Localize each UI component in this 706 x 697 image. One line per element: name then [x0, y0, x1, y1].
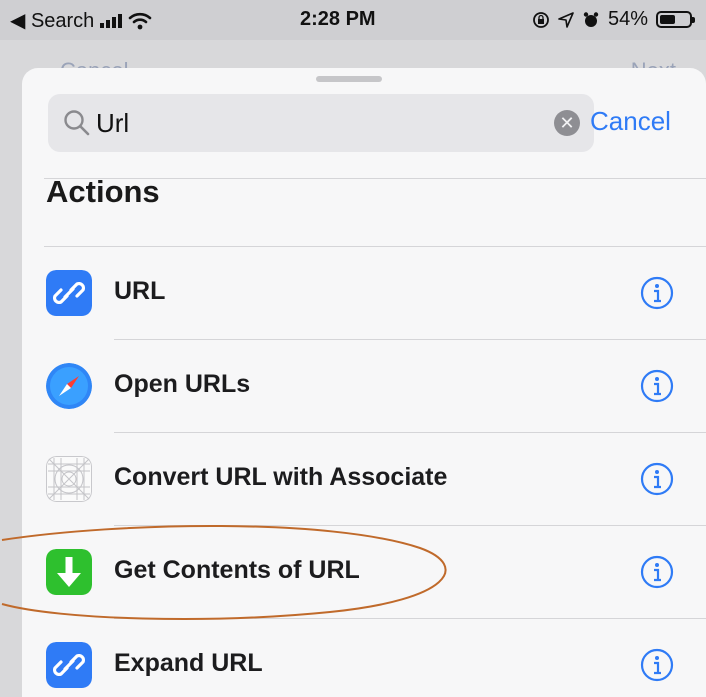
- download-arrow-icon: [46, 549, 92, 595]
- alarm-icon: [583, 11, 599, 27]
- action-row-expand-url[interactable]: Expand URL: [22, 619, 706, 697]
- action-label: URL: [114, 277, 166, 305]
- action-row-get-contents-of-url[interactable]: Get Contents of URL: [22, 526, 706, 618]
- status-bar: ◀ Search 2:28 PM 54%: [0, 0, 706, 40]
- safari-compass-icon: [46, 363, 92, 409]
- action-row-url[interactable]: URL: [22, 247, 706, 339]
- info-icon[interactable]: [640, 648, 674, 682]
- sheet-grabber[interactable]: [316, 76, 382, 82]
- search-row: ✕ Cancel: [22, 94, 706, 152]
- back-to-search-link[interactable]: ◀ Search: [10, 8, 94, 33]
- battery-icon: [656, 11, 695, 28]
- link-icon: [46, 642, 92, 688]
- orientation-lock-icon: [533, 11, 549, 28]
- search-field[interactable]: ✕: [48, 94, 594, 152]
- info-icon[interactable]: [640, 462, 674, 496]
- action-label: Expand URL: [114, 649, 263, 677]
- action-label: Get Contents of URL: [114, 556, 360, 584]
- action-label: Convert URL with Associate: [114, 463, 448, 491]
- cancel-search-button[interactable]: Cancel: [590, 106, 671, 137]
- info-icon[interactable]: [640, 369, 674, 403]
- battery-percent: 54%: [607, 8, 648, 30]
- background-nav-bar: Cancel Next: [0, 40, 706, 83]
- action-label: Open URLs: [114, 370, 251, 398]
- battery-fill: [660, 15, 676, 24]
- action-search-sheet: ✕ Cancel Actions URL: [22, 68, 706, 697]
- action-row-open-urls[interactable]: Open URLs: [22, 340, 706, 432]
- link-icon: [46, 270, 92, 316]
- wifi-icon: [129, 12, 152, 29]
- search-input[interactable]: [96, 104, 536, 142]
- clear-search-icon[interactable]: ✕: [554, 110, 580, 136]
- action-row-convert-url[interactable]: Convert URL with Associate: [22, 433, 706, 525]
- info-icon[interactable]: [640, 276, 674, 310]
- location-icon: [558, 11, 574, 28]
- app-grid-icon: [46, 456, 92, 502]
- info-icon[interactable]: [640, 555, 674, 589]
- section-title: Actions: [46, 174, 160, 209]
- search-icon: [64, 110, 90, 136]
- status-time: 2:28 PM: [300, 8, 376, 30]
- cellular-signal-icon: [100, 13, 123, 28]
